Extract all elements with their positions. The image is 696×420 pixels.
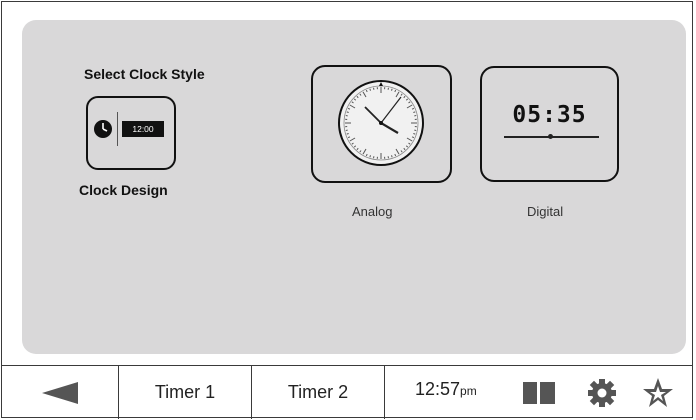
digital-preview-chip: 12:00	[122, 121, 164, 137]
page-title: Select Clock Style	[84, 66, 205, 82]
clock-design-label: Clock Design	[79, 182, 168, 198]
clock-tick	[369, 88, 371, 91]
digital-option-button[interactable]: 05:35	[480, 66, 619, 182]
analog-option-button[interactable]	[311, 65, 452, 183]
divider	[117, 112, 118, 146]
star-icon[interactable]	[642, 377, 674, 409]
clock-tick	[346, 133, 349, 135]
time-value: 12:57	[415, 379, 461, 399]
clock-tick	[413, 111, 416, 113]
book-icon[interactable]	[523, 382, 555, 404]
clock-design-button[interactable]: 12:00	[86, 96, 176, 170]
clock-tick	[346, 111, 349, 113]
bottom-bar: Timer 1 Timer 2 12:57pm	[1, 365, 693, 419]
back-button[interactable]	[1, 366, 119, 419]
timer2-label: Timer 2	[287, 382, 349, 402]
timer1-label: Timer 1	[154, 382, 216, 402]
gear-icon[interactable]	[587, 378, 617, 408]
analog-label: Analog	[352, 204, 393, 219]
time-ampm: pm	[460, 384, 477, 398]
clock-tick	[413, 133, 416, 135]
digital-dot	[548, 134, 553, 139]
digital-label: Digital	[527, 204, 564, 219]
analog-clock-icon	[338, 80, 424, 166]
clock-tick	[369, 155, 371, 158]
timer2-button[interactable]: Timer 2	[252, 366, 385, 419]
clock-readout: 12:57pm	[415, 379, 477, 400]
timer1-button[interactable]: Timer 1	[119, 366, 252, 419]
clock-icon	[94, 120, 112, 138]
clock-tick	[391, 88, 393, 91]
digital-preview-time: 05:35	[512, 102, 587, 128]
back-arrow-icon	[41, 381, 78, 404]
clock-tick	[391, 155, 393, 158]
